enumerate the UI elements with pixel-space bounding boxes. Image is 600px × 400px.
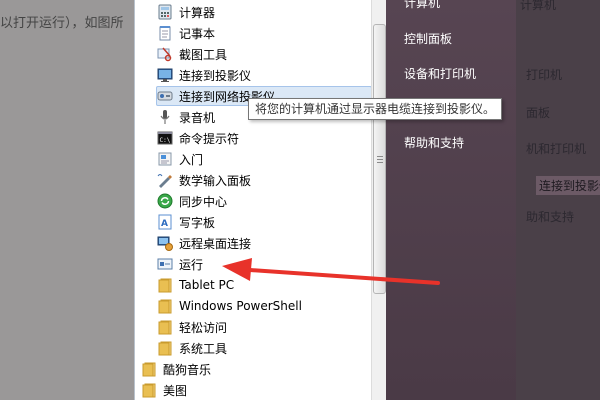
annotation-arrow xyxy=(222,258,440,285)
